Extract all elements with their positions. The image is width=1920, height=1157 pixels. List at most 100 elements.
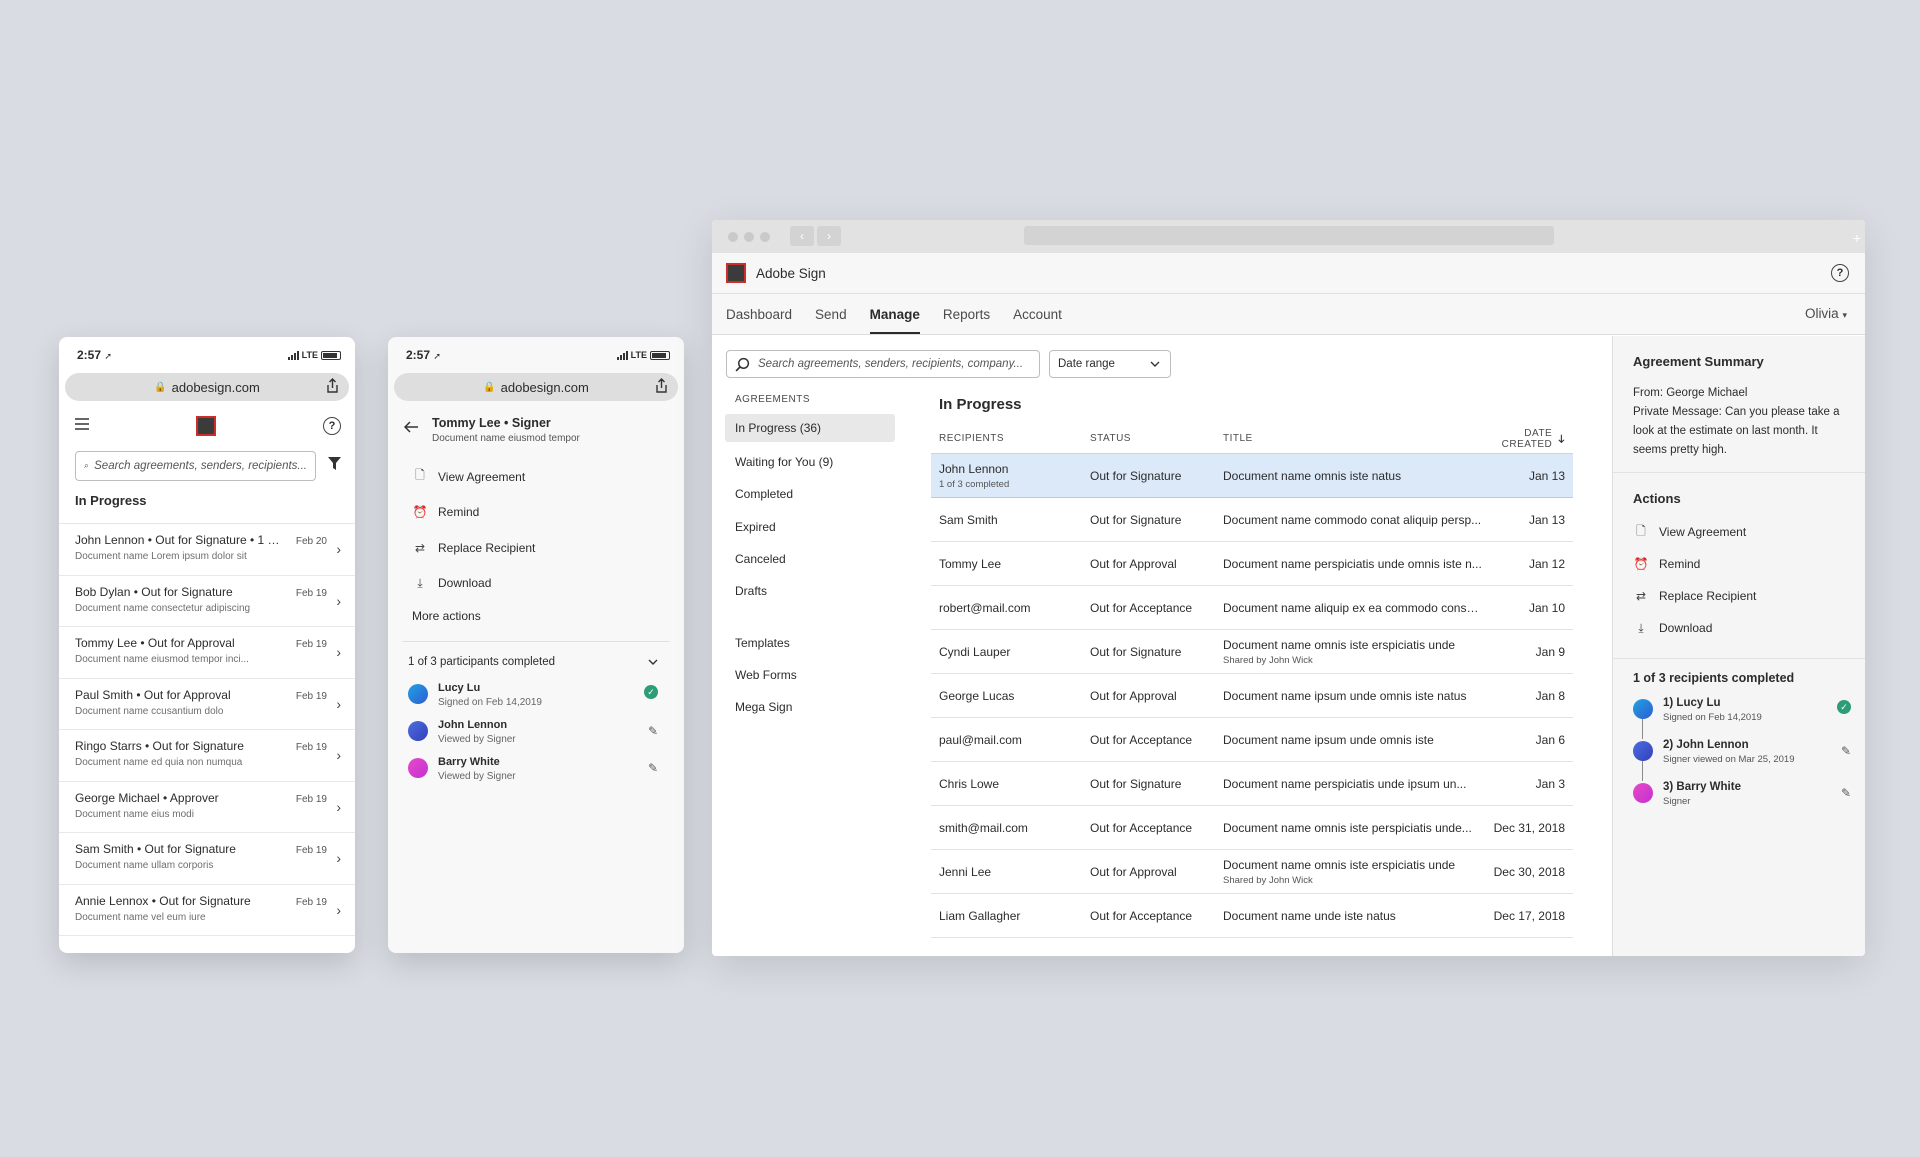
- location-icon: ➚: [433, 351, 441, 361]
- tab-reports[interactable]: Reports: [943, 294, 990, 334]
- new-tab-icon[interactable]: +: [1853, 230, 1861, 246]
- table-row[interactable]: Liam Gallagher Out for Acceptance Document…: [931, 894, 1573, 938]
- help-icon[interactable]: ?: [323, 417, 341, 435]
- summary-from: From: George Michael: [1633, 387, 1748, 399]
- table-row[interactable]: Jenni Lee Out for Approval Document name o…: [931, 850, 1573, 894]
- download-action[interactable]: ⤓ Download: [388, 566, 684, 602]
- remind-action[interactable]: ⏰ Remind: [388, 495, 684, 531]
- table-row[interactable]: Chris Lowe Out for Signature Document name…: [931, 762, 1573, 806]
- help-icon[interactable]: ?: [1831, 264, 1849, 282]
- back-arrow-icon[interactable]: [403, 420, 418, 459]
- agreement-status: Out for Signature: [1090, 468, 1182, 483]
- alarm-clock-icon: ⏰: [1633, 557, 1649, 571]
- remind-action[interactable]: ⏰ Remind: [1633, 548, 1847, 580]
- list-item[interactable]: George Michael • Approver Document name e…: [59, 782, 355, 833]
- agreement-search-input[interactable]: Search agreements, senders, recipients, …: [726, 350, 1040, 378]
- nav-item[interactable]: Waiting for You (9): [725, 446, 895, 478]
- chevron-right-icon: ›: [336, 747, 341, 763]
- action-label: Download: [438, 576, 492, 591]
- item-title: George Michael • Approver: [75, 790, 219, 805]
- item-title: Sam Smith • Out for Signature: [75, 842, 236, 856]
- nav-item[interactable]: Mega Sign: [725, 691, 895, 723]
- item-date: Feb 19: [295, 742, 327, 753]
- address-bar[interactable]: [1024, 226, 1554, 245]
- user-name: Olivia: [1804, 306, 1839, 321]
- recipients-header: 1 of 3 recipients completed: [1633, 671, 1795, 685]
- recipient-name: Tommy Lee: [939, 556, 1002, 571]
- recipient-item[interactable]: 3) Barry White Signer ✎: [1613, 781, 1865, 823]
- item-date: Feb 19: [295, 690, 327, 702]
- participant-item[interactable]: John Lennon Viewed by Signer ✎: [388, 719, 684, 756]
- column-title[interactable]: TITLE: [1221, 433, 1483, 444]
- nav-item[interactable]: Completed: [725, 478, 895, 510]
- replace-recipient-action[interactable]: ⇄ Replace Recipient: [388, 530, 684, 566]
- tab-manage[interactable]: Manage: [869, 294, 921, 334]
- view-agreement-action[interactable]: 🗋 View Agreement: [388, 459, 684, 495]
- mobile-url-bar[interactable]: 🔒 adobesign.com: [65, 373, 349, 401]
- mobile-status-bar: 2:57 ➚ LTE: [388, 337, 684, 373]
- list-item[interactable]: Annie Lennox • Out for Signature Document…: [59, 885, 355, 936]
- hamburger-menu-icon[interactable]: [75, 417, 89, 435]
- download-action[interactable]: ⤓ Download: [1633, 612, 1847, 644]
- mobile-url-bar[interactable]: 🔒 adobesign.com: [394, 373, 678, 401]
- recipient-item[interactable]: 1) Lucy Lu Signed on Feb 14,2019 ✓: [1613, 697, 1865, 739]
- list-item[interactable]: Sam Smith • Out for Signature Document na…: [59, 833, 355, 885]
- share-icon[interactable]: [655, 378, 668, 396]
- nav-item[interactable]: Web Forms: [725, 659, 895, 691]
- participants-header[interactable]: 1 of 3 participants completed: [388, 642, 684, 682]
- recipient-item[interactable]: 2) John Lennon Signer viewed on Mar 25, 2…: [1613, 739, 1865, 781]
- participant-item[interactable]: Lucy Lu Signed on Feb 14,2019 ✓: [388, 682, 684, 719]
- replace-recipient-action[interactable]: ⇄ Replace Recipient: [1633, 580, 1847, 612]
- table-row[interactable]: Sam Smith Out for Signature Document name …: [931, 498, 1573, 542]
- column-status[interactable]: STATUS: [1088, 433, 1221, 444]
- mobile-search-input[interactable]: Search agreements, senders, recipients..…: [75, 451, 316, 481]
- tab-send[interactable]: Send: [815, 294, 847, 334]
- recipient-status: Signer viewed on Mar 25, 2019: [1663, 754, 1795, 765]
- pencil-icon: ✎: [1840, 786, 1851, 800]
- back-icon[interactable]: ‹: [790, 226, 814, 246]
- recipient-name: 2) John Lennon: [1663, 739, 1749, 751]
- list-item[interactable]: Bob Dylan • Out for Signature Document na…: [59, 576, 355, 627]
- chevron-right-icon: ›: [336, 850, 341, 866]
- tab-dashboard[interactable]: Dashboard: [726, 294, 792, 334]
- date-range-select[interactable]: Date range: [1049, 350, 1171, 378]
- table-row[interactable]: smith@mail.com Out for Acceptance Document…: [931, 806, 1573, 850]
- list-item[interactable]: Ringo Starrs • Out for Signature Document…: [59, 730, 355, 782]
- action-label: View Agreement: [438, 469, 526, 484]
- list-item[interactable]: Tommy Lee • Out for Approval Document nam…: [59, 627, 355, 679]
- list-item[interactable]: John Lennon • Out for Signature • 1 of 3…: [59, 524, 355, 576]
- table-row[interactable]: Cyndi Lauper Out for Signature Document na…: [931, 630, 1573, 674]
- mobile-toolbar: ?: [59, 401, 355, 451]
- window-controls[interactable]: [728, 232, 770, 242]
- user-menu[interactable]: Olivia ▾: [1805, 306, 1847, 321]
- share-icon[interactable]: [326, 378, 339, 396]
- table-row[interactable]: paul@mail.com Out for Acceptance Document …: [931, 718, 1573, 762]
- status-time: 2:57: [77, 348, 102, 362]
- column-recipients[interactable]: RECIPIENTS: [931, 433, 1088, 444]
- nav-item[interactable]: Templates: [725, 626, 895, 658]
- nav-item[interactable]: In Progress (36): [725, 414, 895, 442]
- nav-item[interactable]: Drafts: [725, 575, 895, 607]
- table-row[interactable]: robert@mail.com Out for Acceptance Documen…: [931, 586, 1573, 630]
- table-row[interactable]: Tommy Lee Out for Approval Document name p…: [931, 542, 1573, 586]
- nav-item[interactable]: Canceled: [725, 543, 895, 575]
- forward-icon[interactable]: ›: [817, 226, 841, 246]
- agreement-title: Document name omnis iste perspiciatis un…: [1223, 820, 1472, 835]
- table-row[interactable]: John Lennon 1 of 3 completed Out for Signa…: [931, 454, 1573, 498]
- nav-item[interactable]: Expired: [725, 511, 895, 543]
- recipient-name: Jenni Lee: [939, 864, 992, 879]
- filter-icon[interactable]: [328, 457, 341, 475]
- brand-name: Adobe Sign: [756, 265, 826, 281]
- participant-name: Barry White: [438, 756, 500, 768]
- table-row[interactable]: George Lucas Out for Approval Document nam…: [931, 674, 1573, 718]
- network-label: LTE: [301, 350, 318, 360]
- tab-account[interactable]: Account: [1013, 294, 1062, 334]
- list-item[interactable]: Paul Smith • Out for Approval Document na…: [59, 679, 355, 730]
- chevron-down-icon[interactable]: [648, 656, 658, 668]
- view-agreement-action[interactable]: 🗋 View Agreement: [1633, 516, 1847, 548]
- browser-chrome: ‹ › +: [712, 220, 1865, 253]
- participant-item[interactable]: Barry White Viewed by Signer ✎: [388, 756, 684, 793]
- more-actions-link[interactable]: More actions: [388, 601, 684, 641]
- column-date-created[interactable]: DATE CREATED: [1483, 428, 1573, 450]
- pencil-icon: ✎: [647, 761, 658, 775]
